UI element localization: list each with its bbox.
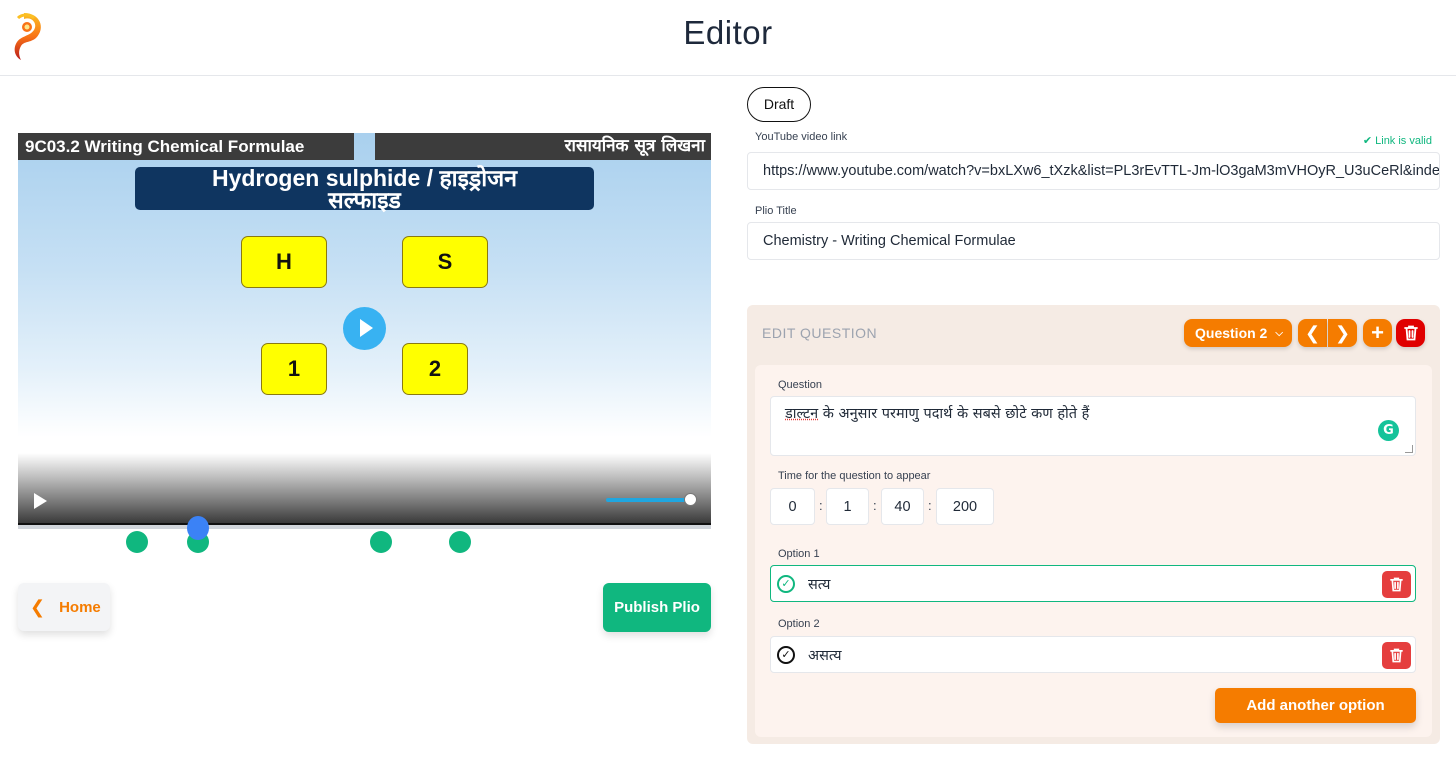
- video-heading: Hydrogen sulphide / हाइड्रोजन सल्फाइड: [135, 165, 594, 213]
- resize-handle-icon[interactable]: [1405, 445, 1413, 453]
- playhead-handle[interactable]: [187, 516, 209, 540]
- mark-correct-check-icon[interactable]: ✓: [777, 645, 795, 664]
- home-button-label: Home: [59, 598, 101, 616]
- edit-question-title: EDIT QUESTION: [762, 325, 878, 341]
- time-milliseconds-input[interactable]: 200: [936, 488, 994, 525]
- big-play-icon[interactable]: [343, 307, 386, 350]
- option-2-text: असत्य: [808, 647, 842, 664]
- question-textarea[interactable]: डाल्टन के अनुसार परमाणु पदार्थ के सबसे छ…: [770, 396, 1416, 456]
- option-2-label: Option 2: [778, 618, 820, 630]
- question-marker[interactable]: [370, 531, 392, 553]
- question-text: के अनुसार परमाणु पदार्थ के सबसे छोटे कण …: [818, 406, 1090, 422]
- volume-slider[interactable]: [606, 498, 686, 502]
- chevron-down-icon: ⌵: [1275, 327, 1283, 339]
- question-marker[interactable]: [449, 531, 471, 553]
- question-marker[interactable]: [126, 531, 148, 553]
- add-question-button[interactable]: +: [1363, 319, 1392, 347]
- video-chip-s: S: [402, 236, 488, 288]
- video-heading-line2: सल्फाइड: [328, 187, 401, 213]
- video-chip-1: 1: [261, 343, 327, 395]
- video-player[interactable]: 9C03.2 Writing Chemical Formulae रासायनि…: [18, 133, 711, 523]
- plio-title-input[interactable]: Chemistry - Writing Chemical Formulae: [747, 222, 1440, 260]
- video-heading-line1: Hydrogen sulphide / हाइड्रोजन: [211, 165, 518, 191]
- youtube-link-input[interactable]: https://www.youtube.com/watch?v=bxLXw6_t…: [747, 152, 1440, 190]
- video-progress-bar[interactable]: [18, 523, 711, 529]
- play-icon[interactable]: [34, 493, 47, 509]
- grammarly-icon[interactable]: G: [1378, 420, 1399, 441]
- chevron-left-icon: ❮: [1304, 322, 1321, 343]
- chevron-left-icon: ❮: [30, 596, 46, 617]
- question-select-value: Question 2: [1195, 325, 1268, 341]
- link-valid-status: ✔ Link is valid: [1362, 135, 1432, 147]
- video-controls: [18, 453, 711, 523]
- question-text-misspelled: डाल्टन: [785, 406, 819, 422]
- time-minutes-input[interactable]: 1: [826, 488, 869, 525]
- publish-plio-button[interactable]: Publish Plio: [603, 583, 711, 632]
- status-badge: Draft: [747, 87, 811, 122]
- option-1-label: Option 1: [778, 548, 820, 560]
- time-hours-input[interactable]: 0: [770, 488, 815, 525]
- plus-icon: +: [1371, 320, 1384, 345]
- video-chip-2: 2: [402, 343, 468, 395]
- time-separator: :: [819, 498, 823, 513]
- delete-option-2-button[interactable]: [1382, 642, 1411, 669]
- question-label: Question: [778, 379, 823, 391]
- header-bar: Editor: [0, 0, 1456, 76]
- video-caption-right: रासायनिक सूत्र लिखना: [375, 133, 711, 160]
- question-form-card: Question डाल्टन के अनुसार परमाणु पदार्थ …: [755, 365, 1432, 737]
- plio-title-label: Plio Title: [755, 205, 797, 217]
- option-1-text: सत्य: [808, 576, 831, 593]
- page-title: Editor: [683, 14, 773, 51]
- add-another-option-button[interactable]: Add another option: [1215, 688, 1416, 723]
- previous-question-button[interactable]: ❮: [1298, 319, 1327, 347]
- time-separator: :: [873, 498, 877, 513]
- youtube-link-label: YouTube video link: [755, 131, 848, 143]
- time-separator: :: [928, 498, 932, 513]
- chevron-right-icon: ❯: [1334, 322, 1351, 343]
- volume-knob[interactable]: [684, 493, 697, 506]
- video-chip-h: H: [241, 236, 327, 288]
- next-question-button[interactable]: ❯: [1328, 319, 1357, 347]
- edit-question-panel: EDIT QUESTION Question 2 ⌵ ❮ ❯ + Questio…: [747, 305, 1440, 744]
- video-caption-left: 9C03.2 Writing Chemical Formulae: [18, 133, 354, 160]
- delete-option-1-button[interactable]: [1382, 571, 1411, 598]
- time-seconds-input[interactable]: 40: [881, 488, 924, 525]
- trash-icon: [1403, 325, 1418, 341]
- home-button[interactable]: ❮ Home: [18, 583, 110, 631]
- option-2-input[interactable]: ✓ असत्य: [770, 636, 1416, 673]
- time-label: Time for the question to appear: [778, 470, 931, 482]
- delete-question-button[interactable]: [1396, 319, 1425, 347]
- trash-icon: [1390, 648, 1403, 663]
- option-1-input[interactable]: ✓ सत्य: [770, 565, 1416, 602]
- question-select[interactable]: Question 2 ⌵: [1184, 319, 1292, 347]
- trash-icon: [1390, 577, 1403, 592]
- correct-answer-check-icon[interactable]: ✓: [777, 574, 795, 593]
